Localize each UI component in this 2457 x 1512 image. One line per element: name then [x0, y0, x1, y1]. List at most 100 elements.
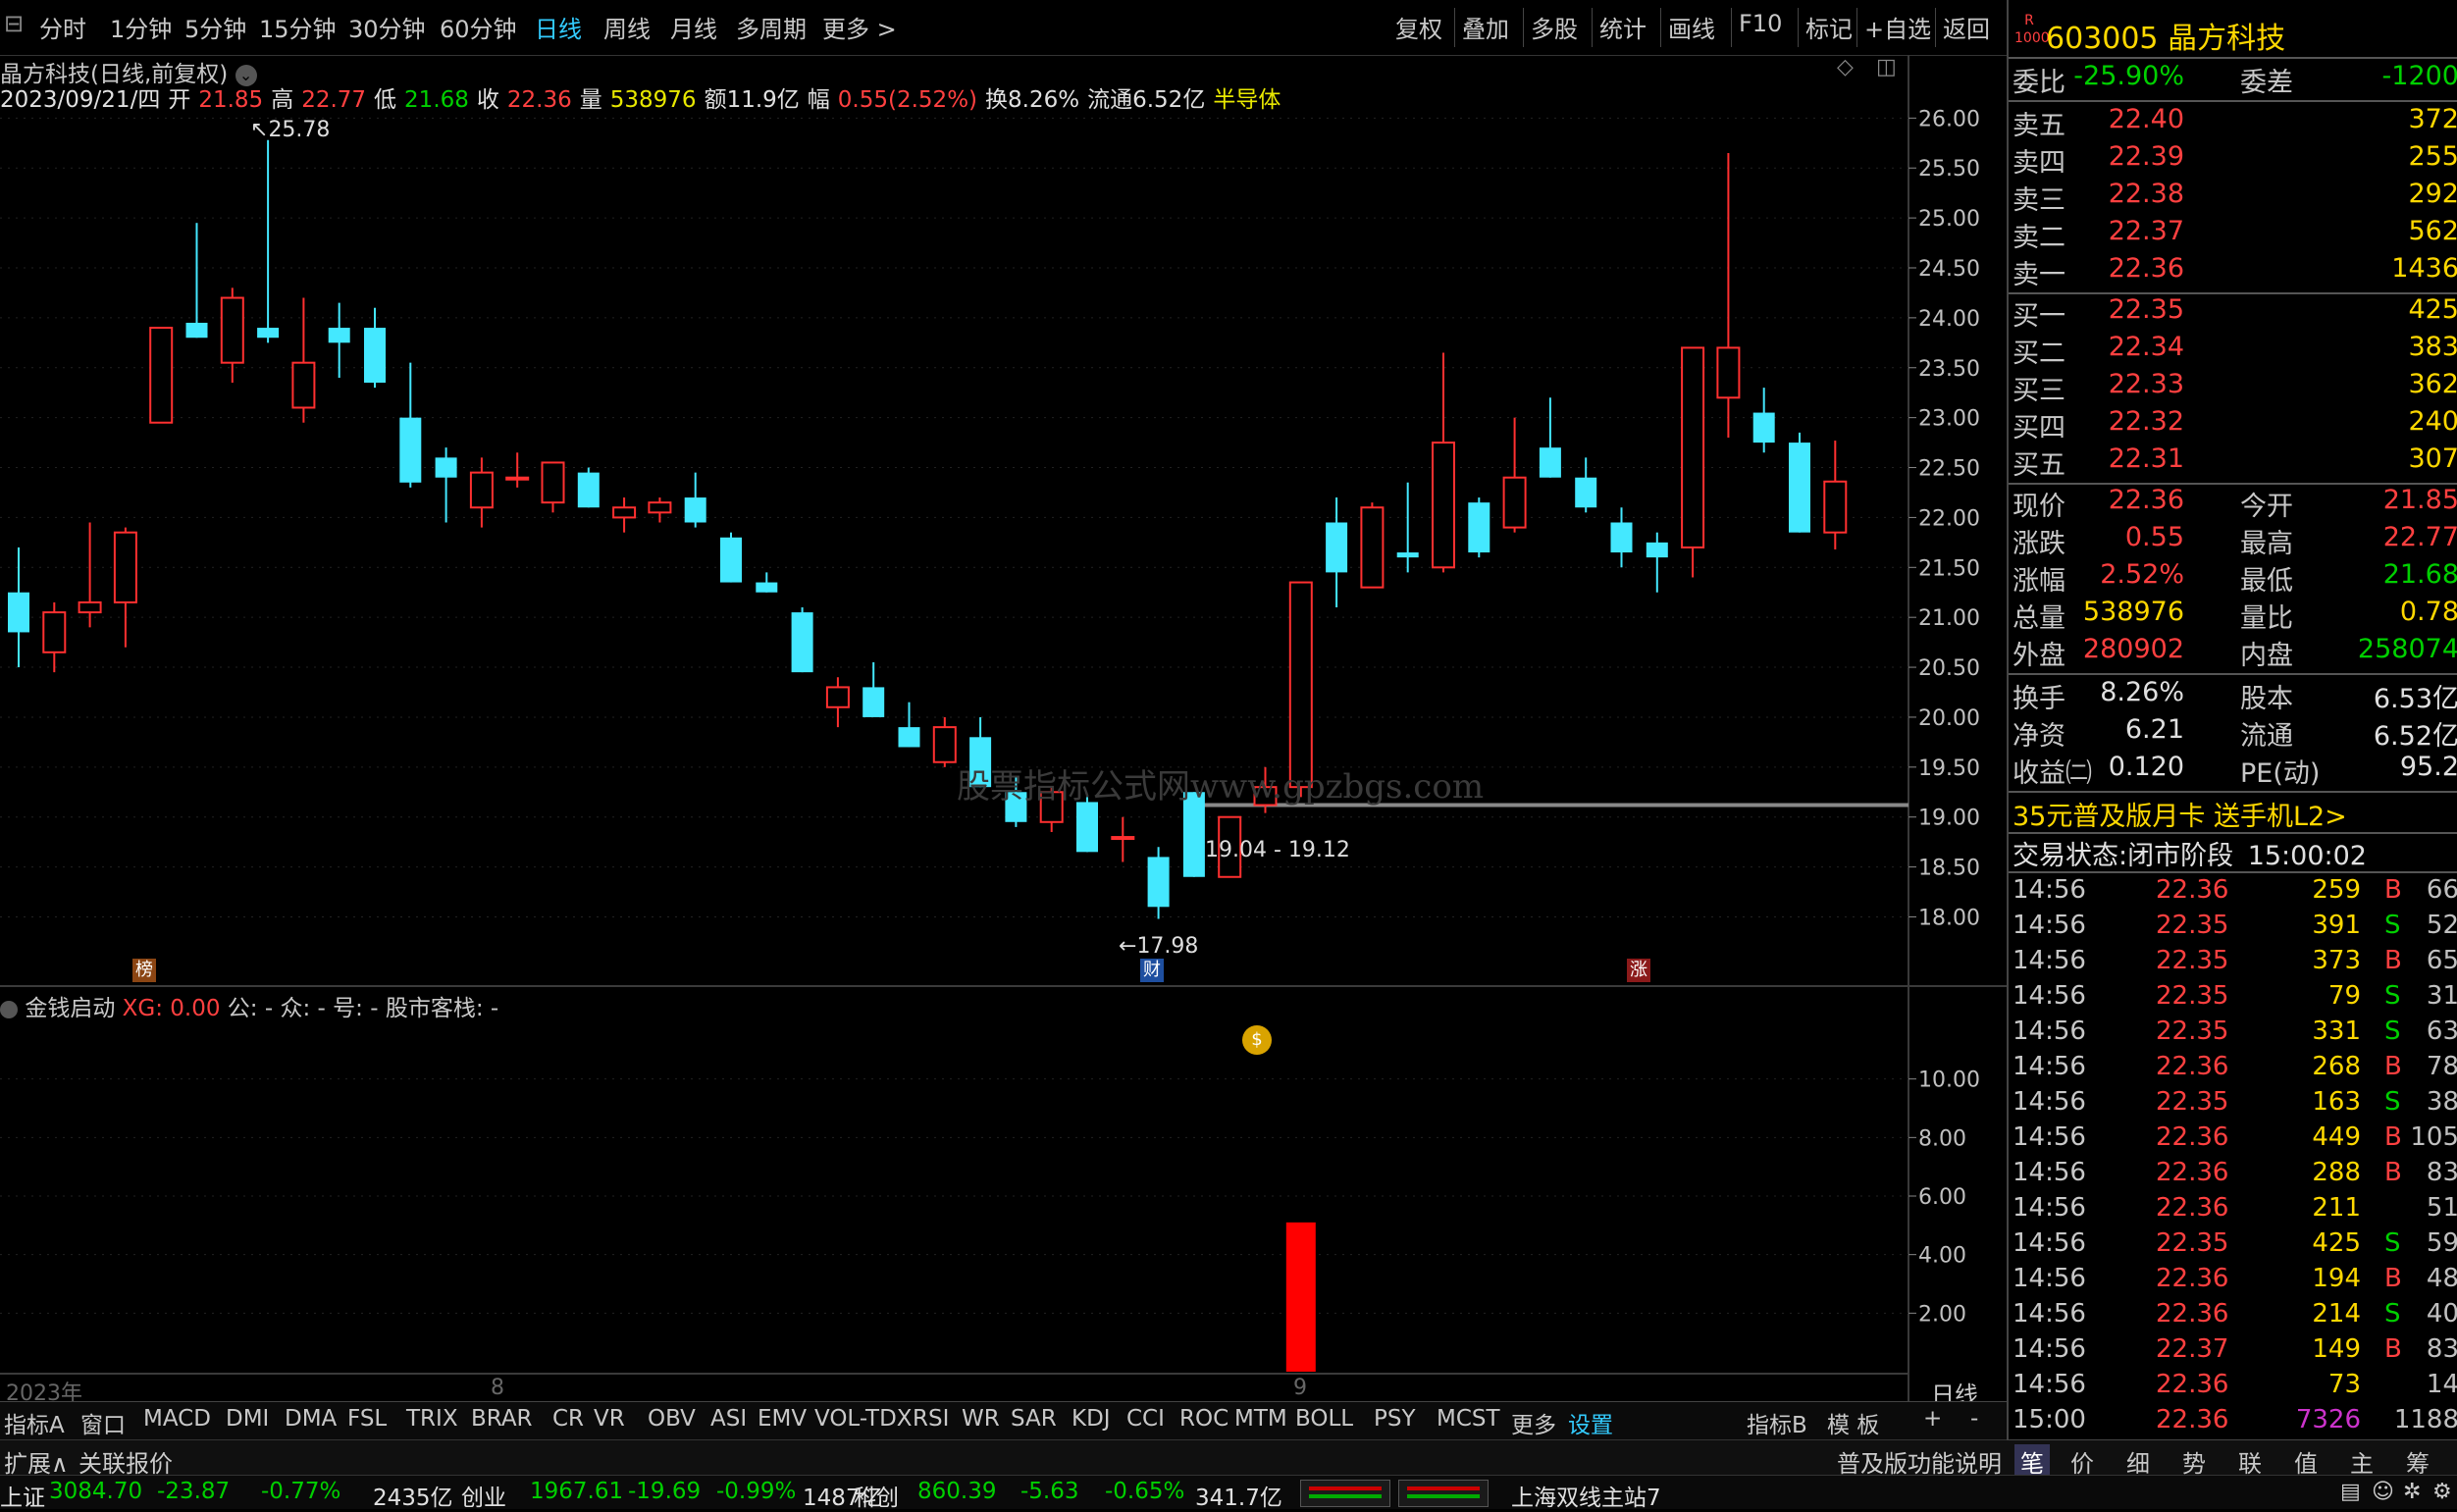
candle-14	[505, 452, 530, 488]
tick-direction: S	[2384, 981, 2401, 1011]
candle-body	[185, 322, 208, 339]
bids-row-1[interactable]: 买二 22.34 383	[2009, 332, 2457, 369]
related-quote-button[interactable]: 关联报价	[78, 1444, 173, 1479]
quote-tab-0[interactable]: 笔	[2014, 1444, 2050, 1479]
tick-direction: B	[2384, 1052, 2402, 1081]
asks-label: 卖四	[2013, 148, 2065, 179]
bids-row-3[interactable]: 买四 22.32 240	[2009, 406, 2457, 443]
indicator-tab-3[interactable]: DMI	[226, 1406, 269, 1432]
rank-badge[interactable]: 榜	[132, 959, 156, 982]
indicator-tab-24[interactable]: 更多	[1511, 1406, 1556, 1439]
indicator-tab-23[interactable]: MCST	[1437, 1406, 1500, 1432]
indicator-tab-6[interactable]: TRIX	[406, 1406, 458, 1432]
indicator-tab-29[interactable]: -	[1970, 1406, 1978, 1432]
indicator-tab-14[interactable]: RSI	[913, 1406, 949, 1432]
indicator-tab-9[interactable]: VR	[594, 1406, 625, 1432]
quote-tab-5[interactable]: 值	[2294, 1444, 2318, 1479]
tick-count: 105	[2410, 1122, 2457, 1152]
indicator-tab-13[interactable]: VOL-TDX	[814, 1406, 913, 1432]
indicator-tab-8[interactable]: CR	[552, 1406, 584, 1432]
indicator-tab-22[interactable]: PSY	[1374, 1406, 1416, 1432]
server-station[interactable]: 上海双线主站7	[1511, 1479, 1661, 1512]
indicator-tab-5[interactable]: FSL	[347, 1406, 387, 1432]
indicator-tab-27[interactable]: 模 板	[1827, 1406, 1879, 1439]
quote-tab-2[interactable]: 细	[2126, 1444, 2150, 1479]
tick-volume: 79	[2327, 981, 2361, 1011]
stat-value: 21.68	[2382, 559, 2457, 590]
promo-link[interactable]: 35元普及版月卡 送手机L2>	[2013, 795, 2347, 833]
indicator-tab-21[interactable]: BOLL	[1295, 1406, 1353, 1432]
ind-tick-label: 10.00	[1918, 1069, 1980, 1093]
candle-21	[756, 572, 778, 593]
divider	[2009, 871, 2457, 873]
candle-body	[932, 726, 957, 763]
mini-chart-1[interactable]	[1300, 1480, 1390, 1507]
indicator-tab-12[interactable]: EMV	[758, 1406, 807, 1432]
bids-row-0[interactable]: 买一 22.35 425	[2009, 294, 2457, 332]
asks-row-1[interactable]: 卖四 22.39 255	[2009, 141, 2457, 179]
range-label: 19.04 - 19.12	[1205, 838, 1350, 862]
stat-value: 280902	[2082, 634, 2184, 664]
indicator-tab-19[interactable]: ROC	[1179, 1406, 1228, 1432]
person-icon[interactable]: ☺	[2372, 1480, 2394, 1504]
bids-row-4[interactable]: 买五 22.31 307	[2009, 443, 2457, 481]
asks-row-2[interactable]: 卖三 22.38 292	[2009, 179, 2457, 216]
stat-label: 股本	[2240, 684, 2293, 714]
feature-info-link[interactable]: 普及版功能说明	[1837, 1444, 2002, 1479]
tick-price: 22.36	[2156, 1299, 2229, 1329]
indicator-tab-18[interactable]: CCI	[1126, 1406, 1165, 1432]
candle-body	[1539, 447, 1561, 478]
quote-tab-7[interactable]: 筹	[2406, 1444, 2430, 1479]
indicator-tab-11[interactable]: ASI	[710, 1406, 747, 1432]
finance-badge[interactable]: 财	[1140, 959, 1164, 982]
indicator-tab-15[interactable]: WR	[962, 1406, 1000, 1432]
sh-label[interactable]: 上证	[0, 1479, 45, 1512]
indicator-tab-28[interactable]: +	[1923, 1406, 1942, 1432]
indicator-tab-7[interactable]: BRAR	[471, 1406, 533, 1432]
stat2-row-1: 净资 6.21 流通 6.52亿	[2009, 714, 2457, 752]
kc-label[interactable]: 科创	[854, 1479, 899, 1512]
tick-count: 31	[2426, 981, 2457, 1011]
y-tick-label: 19.00	[1918, 807, 1980, 831]
settings-icon[interactable]: ✲	[2403, 1480, 2421, 1504]
stat-value: 22.36	[2108, 485, 2184, 515]
mini-chart-2[interactable]	[1398, 1480, 1489, 1507]
indicator-tab-4[interactable]: DMA	[285, 1406, 337, 1432]
quote-tab-3[interactable]: 势	[2182, 1444, 2206, 1479]
indicator-name[interactable]: 金钱启动	[25, 996, 115, 1021]
candlestick-chart[interactable]: 26.00 25.50 25.00 24.50 24.00 23.50 23.00 22.50…	[0, 0, 2007, 1401]
asks-row-0[interactable]: 卖五 22.40 372	[2009, 104, 2457, 141]
bids-row-2[interactable]: 买三 22.33 362	[2009, 369, 2457, 406]
indicator-zhong: 众: -	[280, 996, 326, 1021]
candle-body	[612, 506, 637, 519]
indicator-tab-25[interactable]: 设置	[1568, 1406, 1613, 1439]
candle-body	[1326, 522, 1348, 573]
indicator-tab-0[interactable]: 指标A	[4, 1406, 65, 1439]
asks-row-3[interactable]: 卖二 22.37 562	[2009, 216, 2457, 253]
tick-row: 15:00 22.36 7326 1188	[2009, 1405, 2457, 1440]
gear-icon[interactable]: ⚙	[2432, 1480, 2452, 1504]
notes-icon[interactable]: ▤	[2340, 1480, 2361, 1504]
quote-tab-6[interactable]: 主	[2350, 1444, 2374, 1479]
candle-42	[1502, 417, 1527, 533]
asks-row-4[interactable]: 卖一 22.36 1436	[2009, 253, 2457, 290]
indicator-tab-2[interactable]: MACD	[143, 1406, 211, 1432]
indicator-tab-1[interactable]: 窗口	[80, 1406, 126, 1439]
tick-count: 40	[2426, 1299, 2457, 1329]
indicator-tab-16[interactable]: SAR	[1011, 1406, 1057, 1432]
indicator-tab-17[interactable]: KDJ	[1072, 1406, 1111, 1432]
indicator-tab-26[interactable]: 指标B	[1747, 1406, 1807, 1439]
rise-badge[interactable]: 涨	[1627, 959, 1650, 982]
candle-body	[1360, 506, 1385, 589]
indicator-menu-icon[interactable]	[0, 1000, 18, 1018]
cy-label[interactable]: 创业	[461, 1479, 506, 1512]
quote-tab-4[interactable]: 联	[2238, 1444, 2262, 1479]
stock-name-title[interactable]: 603005 晶方科技	[2046, 14, 2285, 57]
month-label-8: 8	[491, 1376, 504, 1400]
quote-tab-1[interactable]: 价	[2070, 1444, 2094, 1479]
indicator-tab-10[interactable]: OBV	[648, 1406, 696, 1432]
indicator-tab-20[interactable]: MTM	[1234, 1406, 1287, 1432]
stat-label: 今开	[2240, 492, 2293, 522]
expand-button[interactable]: 扩展∧	[4, 1444, 69, 1479]
asks-qty: 562	[2408, 216, 2457, 246]
